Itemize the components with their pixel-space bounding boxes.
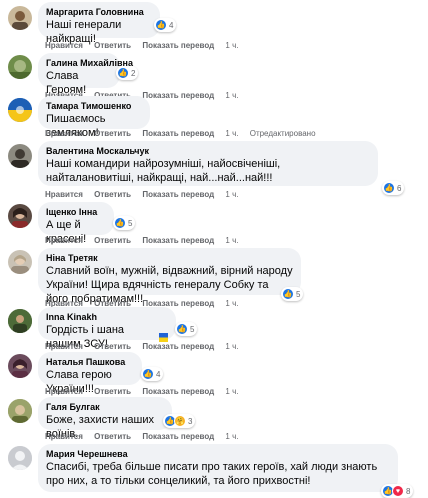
reply-button[interactable]: Ответить	[94, 236, 131, 245]
translate-button[interactable]: Показать перевод	[142, 432, 214, 441]
avatar[interactable]	[8, 309, 32, 333]
like-reaction-icon: 👍	[117, 67, 129, 79]
comment-author[interactable]: Тамара Тимошенко	[46, 100, 142, 112]
like-reaction-icon: 👍	[176, 323, 188, 335]
comment-time[interactable]: 1 ч.	[225, 432, 238, 441]
comment-bubble: Іщенко Інна А ще й красені!	[38, 202, 114, 245]
comment-author[interactable]: Наталья Пашкова	[46, 356, 134, 368]
like-reaction-icon: 👍	[142, 368, 154, 380]
comment-actions: Нравится Ответить Показать перевод 1 ч.	[45, 386, 247, 397]
like-reaction-icon: 👍	[114, 217, 126, 229]
comment-bubble: Тамара Тимошенко Пишаємось земляком!	[38, 96, 150, 139]
comment-time[interactable]: 1 ч.	[225, 342, 238, 351]
like-reaction-icon: 👍	[383, 182, 395, 194]
comment-author[interactable]: Inna Kinakh	[46, 311, 168, 323]
reaction-summary[interactable]: 👍 5	[281, 287, 304, 301]
care-reaction-icon: 🤗	[174, 415, 186, 427]
comment-author[interactable]: Валентина Москальчук	[46, 145, 370, 157]
comment-time[interactable]: 1 ч.	[225, 387, 238, 396]
comment-text: Наші командири найрозумніші, найосвічені…	[46, 158, 281, 184]
reaction-summary[interactable]: 👍 5	[113, 216, 136, 230]
reaction-summary[interactable]: 👍 5	[175, 322, 198, 336]
comment-time[interactable]: 1 ч.	[225, 129, 238, 138]
reaction-count: 5	[296, 289, 301, 299]
like-button[interactable]: Нравится	[45, 387, 83, 396]
comment-bubble: Валентина Москальчук Наші командири найр…	[38, 141, 378, 186]
avatar[interactable]	[8, 250, 32, 274]
comment-bubble: Галя Булгак Боже, захисти наших воїнів.	[38, 397, 172, 440]
reply-button[interactable]: Ответить	[94, 387, 131, 396]
comment-bubble: Наталья Пашкова Слава герою України!!!	[38, 352, 142, 395]
avatar[interactable]	[8, 55, 32, 79]
reaction-count: 5	[190, 324, 195, 334]
reaction-summary[interactable]: 👍 4	[141, 367, 164, 381]
comment-actions: Нравится Ответить Показать перевод 1 ч. …	[45, 128, 325, 139]
comment-time[interactable]: 1 ч.	[225, 91, 238, 100]
like-button[interactable]: Нравится	[45, 236, 83, 245]
comment-time[interactable]: 1 ч.	[225, 299, 238, 308]
reaction-count: 3	[188, 416, 193, 426]
like-button[interactable]: Нравится	[45, 432, 83, 441]
comment-actions: Нравится Ответить Показать перевод 1 ч.	[45, 341, 247, 352]
comment-time[interactable]: 1 ч.	[225, 190, 238, 199]
reaction-count: 2	[131, 68, 136, 78]
avatar[interactable]	[8, 6, 32, 30]
comment-time[interactable]: 1 ч.	[225, 236, 238, 245]
reaction-count: 4	[169, 20, 174, 30]
reply-button[interactable]: Ответить	[94, 432, 131, 441]
reaction-count: 6	[397, 183, 402, 193]
comment-author[interactable]: Іщенко Інна	[46, 206, 106, 218]
avatar[interactable]	[8, 204, 32, 228]
reaction-summary[interactable]: 👍 4	[154, 18, 177, 32]
reply-button[interactable]: Ответить	[94, 342, 131, 351]
reaction-count: 8	[406, 486, 411, 496]
comment-time[interactable]: 1 ч.	[225, 41, 238, 50]
comment-actions: Нравится Ответить Показать перевод 1 ч.	[45, 189, 247, 200]
translate-button[interactable]: Показать перевод	[142, 129, 214, 138]
avatar[interactable]	[8, 399, 32, 423]
heart-reaction-icon: ♥	[392, 485, 404, 497]
comment-author[interactable]: Галя Булгак	[46, 401, 164, 413]
comment-actions: Нравится Ответить Показать перевод 1 ч.	[45, 40, 247, 51]
like-button[interactable]: Нравится	[45, 41, 83, 50]
translate-button[interactable]: Показать перевод	[142, 387, 214, 396]
translate-button[interactable]: Показать перевод	[142, 342, 214, 351]
avatar[interactable]	[8, 446, 32, 470]
comment-text: Спасибі, треба більше писати про таких г…	[46, 461, 378, 487]
translate-button[interactable]: Показать перевод	[142, 41, 214, 50]
comment-bubble: Галина Михайлівна Слава Героям!	[38, 53, 133, 96]
reaction-summary[interactable]: 👍 🤗 3	[163, 414, 196, 428]
reply-button[interactable]: Ответить	[94, 129, 131, 138]
translate-button[interactable]: Показать перевод	[142, 190, 214, 199]
edited-label: Отредактировано	[249, 129, 316, 138]
reaction-summary[interactable]: 👍 2	[116, 66, 139, 80]
reaction-summary[interactable]: 👍 ♥ 8	[381, 484, 414, 498]
comment-actions: Нравится Ответить Показать перевод 1 ч.	[45, 431, 247, 442]
like-reaction-icon: 👍	[282, 288, 294, 300]
reply-button[interactable]: Ответить	[94, 190, 131, 199]
comment-bubble: Ніна Третяк Славний воїн, мужній, відваж…	[38, 248, 301, 305]
translate-button[interactable]: Показать перевод	[142, 236, 214, 245]
reaction-summary[interactable]: 👍 6	[382, 181, 405, 195]
reaction-count: 5	[128, 218, 133, 228]
translate-button[interactable]: Показать перевод	[142, 91, 214, 100]
comment-author[interactable]: Мария Черешнева	[46, 448, 390, 460]
avatar[interactable]	[8, 354, 32, 378]
comment-bubble: Маргарита Головнина Наші генерали найкра…	[38, 2, 160, 45]
comment-actions: Нравится Ответить Показать перевод 1 ч.	[45, 235, 247, 246]
reply-button[interactable]: Ответить	[94, 41, 131, 50]
like-reaction-icon: 👍	[155, 19, 167, 31]
comment-author[interactable]: Галина Михайлівна	[46, 57, 133, 69]
comment-bubble: Мария Черешнева Спасибі, треба більше пи…	[38, 444, 398, 492]
comment-bubble: Inna Kinakh Гордість і шана нашим ЗСУ!	[38, 307, 176, 350]
comment-author[interactable]: Маргарита Головнина	[46, 6, 152, 18]
like-button[interactable]: Нравится	[45, 129, 83, 138]
like-button[interactable]: Нравится	[45, 342, 83, 351]
comment-author[interactable]: Ніна Третяк	[46, 252, 293, 264]
avatar[interactable]	[8, 98, 32, 122]
like-button[interactable]: Нравится	[45, 190, 83, 199]
reaction-count: 4	[156, 369, 161, 379]
avatar[interactable]	[8, 144, 32, 168]
